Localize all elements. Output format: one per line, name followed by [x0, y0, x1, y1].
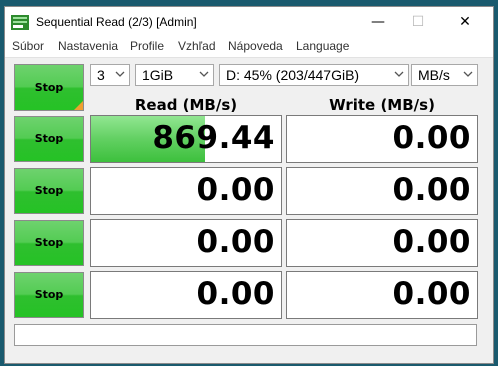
size-value: 1GiB [142, 67, 174, 83]
row-4-write-value: 0.00 [392, 276, 471, 312]
menu-profile[interactable]: Profile [130, 39, 164, 53]
row-2-read-meter: 0.00 [90, 167, 282, 215]
row-3-read-meter: 0.00 [90, 219, 282, 267]
window-title: Sequential Read (2/3) [Admin] [36, 15, 197, 29]
menu-language[interactable]: Language [296, 39, 349, 53]
row-1-stop-button[interactable]: Stop [14, 116, 84, 162]
unit-select[interactable]: MB/s [411, 64, 478, 86]
all-stop-button[interactable]: Stop [14, 64, 84, 111]
row-2-stop-button[interactable]: Stop [14, 168, 84, 214]
chevron-down-icon [394, 71, 404, 77]
row-4-stop-label: Stop [34, 288, 64, 301]
maximize-button[interactable]: ☐ [395, 7, 441, 37]
read-header: Read (MB/s) [134, 96, 238, 114]
drive-value: D: 45% (203/447GiB) [226, 67, 360, 83]
row-4-read-value: 0.00 [196, 276, 275, 312]
menu-help[interactable]: Nápoveda [228, 39, 283, 53]
drive-select[interactable]: D: 45% (203/447GiB) [219, 64, 409, 86]
count-value: 3 [97, 67, 105, 83]
row-3-write-meter: 0.00 [286, 219, 478, 267]
menu-theme[interactable]: Vzhľad [178, 39, 216, 53]
close-button[interactable]: ✕ [442, 7, 488, 37]
chevron-down-icon [463, 71, 473, 77]
row-3-write-value: 0.00 [392, 224, 471, 260]
menu-bar: Súbor Nastavenia Profile Vzhľad Nápoveda… [5, 37, 493, 58]
row-3-stop-button[interactable]: Stop [14, 220, 84, 266]
chevron-down-icon [115, 71, 125, 77]
row-2-write-meter: 0.00 [286, 167, 478, 215]
row-2-read-value: 0.00 [196, 172, 275, 208]
app-disk-icon [11, 15, 29, 30]
row-2-stop-label: Stop [34, 184, 64, 197]
row-1-stop-label: Stop [34, 132, 64, 145]
row-4-stop-button[interactable]: Stop [14, 272, 84, 318]
size-select[interactable]: 1GiB [135, 64, 214, 86]
row-1-write-value: 0.00 [392, 120, 471, 156]
row-1-read-value: 869.44 [152, 120, 275, 156]
main-panel: Stop 3 1GiB D: 45% (203/447GiB) MB/s Rea… [5, 58, 493, 363]
app-window: Sequential Read (2/3) [Admin] — ☐ ✕ Súbo… [4, 6, 494, 364]
row-1-write-meter: 0.00 [286, 115, 478, 163]
chevron-down-icon [199, 71, 209, 77]
unit-value: MB/s [418, 67, 450, 83]
row-2-write-value: 0.00 [392, 172, 471, 208]
row-1-read-meter: 869.44 [90, 115, 282, 163]
title-bar: Sequential Read (2/3) [Admin] — ☐ ✕ [5, 7, 493, 37]
row-3-stop-label: Stop [34, 236, 64, 249]
row-3-read-value: 0.00 [196, 224, 275, 260]
menu-settings[interactable]: Nastavenia [58, 39, 118, 53]
menu-file[interactable]: Súbor [12, 39, 44, 53]
all-stop-label: Stop [34, 80, 64, 94]
corner-marker-icon [74, 101, 83, 110]
count-select[interactable]: 3 [90, 64, 130, 86]
row-4-read-meter: 0.00 [90, 271, 282, 319]
row-4-write-meter: 0.00 [286, 271, 478, 319]
write-header: Write (MB/s) [329, 96, 435, 114]
comment-input[interactable] [14, 324, 477, 346]
